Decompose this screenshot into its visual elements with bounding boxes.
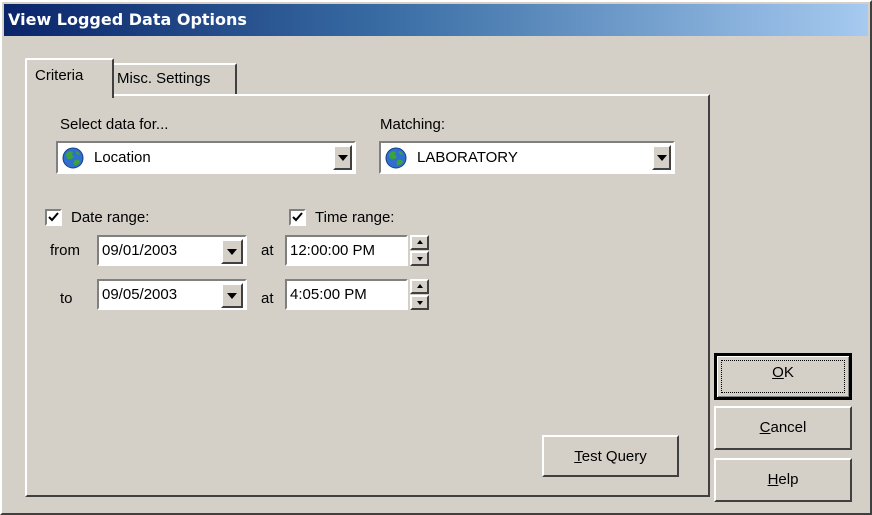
matching-dropdown-button[interactable] (652, 145, 671, 170)
cancel-button[interactable]: Cancel (714, 406, 852, 450)
from-at-label: at (261, 242, 274, 259)
title-bar[interactable]: View Logged Data Options (4, 4, 868, 36)
tab-criteria-label: Criteria (35, 67, 84, 84)
test-query-caption-rest: est Query (581, 448, 647, 465)
ok-caption-rest: K (783, 364, 794, 381)
spin-up-arrow-icon[interactable] (410, 235, 429, 250)
to-time-spinner[interactable] (410, 279, 429, 310)
globe-icon (62, 147, 84, 169)
help-mnemonic: H (767, 471, 779, 488)
help-caption-rest: elp (778, 471, 799, 488)
date-range-label: Date range: (71, 209, 150, 226)
matching-label: Matching: (380, 116, 446, 133)
ok-caption: OK (717, 364, 849, 381)
to-date-picker[interactable]: 09/05/2003 (97, 279, 247, 310)
cancel-caption-rest: ancel (770, 419, 807, 436)
select-data-value: Location (94, 149, 151, 166)
select-data-dropdown-button[interactable] (333, 145, 352, 170)
select-data-label: Select data for... (60, 116, 169, 133)
from-time-spinner[interactable] (410, 235, 429, 266)
date-range-checkbox[interactable] (45, 209, 62, 226)
spin-up-arrow-icon[interactable] (410, 279, 429, 294)
test-query-mnemonic: T (574, 448, 582, 465)
from-time-field[interactable]: 12:00:00 PM (285, 235, 408, 266)
spin-down-arrow-icon[interactable] (410, 295, 429, 310)
spin-down-arrow-icon[interactable] (410, 251, 429, 266)
to-date-value: 09/05/2003 (102, 286, 178, 303)
matching-value: LABORATORY (417, 149, 518, 166)
to-label: to (60, 290, 73, 307)
ok-button[interactable]: OK (714, 353, 852, 400)
test-query-caption: Test Query (544, 448, 677, 465)
to-time-field[interactable]: 4:05:00 PM (285, 279, 408, 310)
to-at-label: at (261, 290, 274, 307)
help-caption: Help (716, 471, 850, 488)
tab-misc-settings[interactable]: Misc. Settings (111, 63, 237, 95)
cancel-caption: Cancel (716, 419, 850, 436)
time-range-checkbox[interactable] (289, 209, 306, 226)
window-title: View Logged Data Options (8, 10, 247, 29)
ok-mnemonic: O (772, 364, 784, 381)
from-date-value: 09/01/2003 (102, 242, 178, 259)
tab-misc-settings-label: Misc. Settings (117, 70, 211, 87)
test-query-button[interactable]: Test Query (542, 435, 679, 477)
tab-criteria[interactable]: Criteria (25, 58, 114, 98)
from-label: from (50, 242, 80, 259)
to-time-value: 4:05:00 PM (290, 286, 367, 303)
dialog-window: View Logged Data Options Misc. Settings … (0, 0, 872, 515)
time-range-label: Time range: (315, 209, 395, 226)
matching-combo[interactable]: LABORATORY (379, 141, 675, 174)
from-time-value: 12:00:00 PM (290, 242, 376, 259)
criteria-panel: Select data for... Location Matching: LA… (25, 94, 710, 497)
checkmark-icon (292, 212, 303, 222)
cancel-mnemonic: C (759, 419, 771, 436)
checkmark-icon (48, 212, 59, 222)
from-date-picker[interactable]: 09/01/2003 (97, 235, 247, 266)
help-button[interactable]: Help (714, 458, 852, 502)
globe-icon (385, 147, 407, 169)
to-date-dropdown-button[interactable] (221, 283, 243, 308)
from-date-dropdown-button[interactable] (221, 239, 243, 264)
select-data-combo[interactable]: Location (56, 141, 356, 174)
